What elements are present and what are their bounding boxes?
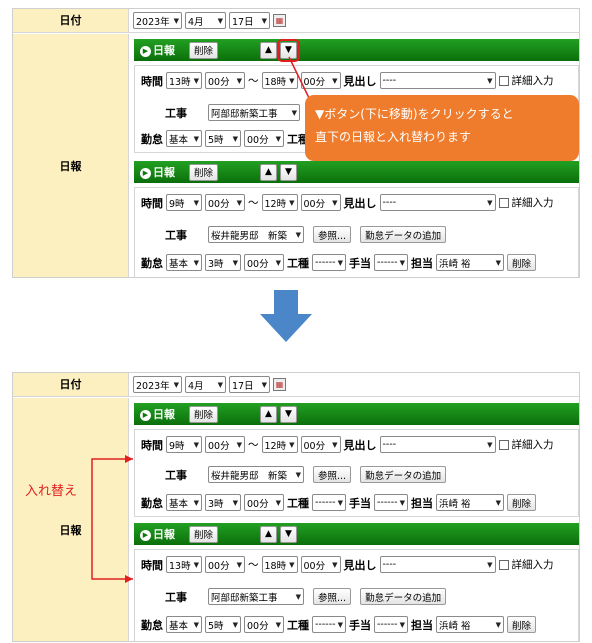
swap-bracket <box>91 455 133 583</box>
